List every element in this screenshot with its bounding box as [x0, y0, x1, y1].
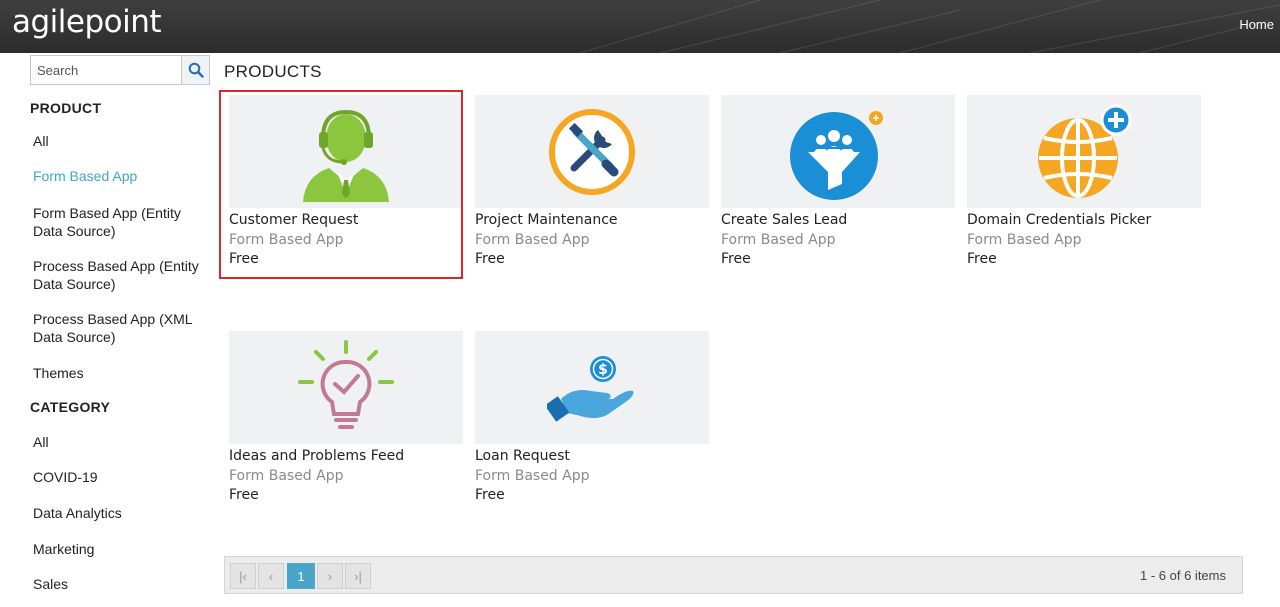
product-card-customer-request[interactable]: Customer Request Form Based App Free [229, 95, 463, 269]
product-category: Form Based App [229, 232, 344, 248]
product-price: Free [475, 251, 505, 267]
product-heading: PRODUCT [30, 100, 102, 116]
search-icon [188, 62, 204, 78]
header-decoration [580, 0, 1280, 53]
product-name: Loan Request [475, 448, 570, 464]
product-card-project-maintenance[interactable]: Project Maintenance Form Based App Free [475, 95, 709, 269]
product-filter-form-entity[interactable]: Form Based App (Entity Data Source) [33, 204, 208, 240]
hand-coin-icon: $ [547, 355, 634, 422]
next-page-button[interactable]: › [317, 563, 343, 589]
pagination-bar: |‹ ‹ 1 › ›| 1 - 6 of 6 items [224, 556, 1243, 594]
product-name: Project Maintenance [475, 212, 618, 228]
page-title: PRODUCTS [224, 62, 322, 81]
product-category: Form Based App [475, 468, 590, 484]
pagination-info: 1 - 6 of 6 items [1140, 568, 1226, 583]
product-name: Ideas and Problems Feed [229, 448, 405, 464]
product-filter-process-entity[interactable]: Process Based App (Entity Data Source) [33, 257, 208, 293]
product-thumbnail [475, 95, 709, 208]
product-category: Form Based App [967, 232, 1082, 248]
product-filter-all[interactable]: All [33, 132, 208, 150]
globe-plus-icon [1038, 104, 1132, 198]
product-thumbnail [721, 95, 955, 208]
product-price: Free [229, 487, 259, 503]
search-input[interactable] [31, 56, 181, 84]
lightbulb-check-icon [298, 339, 394, 429]
product-price: Free [475, 487, 505, 503]
product-card-create-sales-lead[interactable]: Create Sales Lead Form Based App Free [721, 95, 955, 269]
product-thumbnail: $ [475, 331, 709, 444]
product-name: Domain Credentials Picker [967, 212, 1152, 228]
agilepoint-logo[interactable]: agilepoint [12, 4, 162, 40]
category-filter-sales[interactable]: Sales [33, 575, 208, 593]
page-1-button[interactable]: 1 [287, 563, 315, 589]
product-price: Free [967, 251, 997, 267]
first-page-button[interactable]: |‹ [230, 563, 256, 589]
product-thumbnail [229, 331, 463, 444]
product-name: Create Sales Lead [721, 212, 848, 228]
product-category: Form Based App [229, 468, 344, 484]
wrench-screwdriver-icon [549, 108, 635, 195]
product-price: Free [229, 251, 259, 267]
home-link[interactable]: Home [1239, 17, 1274, 32]
category-filter-marketing[interactable]: Marketing [33, 540, 208, 558]
product-card-domain-credentials-picker[interactable]: Domain Credentials Picker Form Based App… [967, 95, 1201, 269]
product-card-loan-request[interactable]: $ Loan Request Form Based App Free [475, 331, 709, 505]
product-card-ideas-and-problems-feed[interactable]: Ideas and Problems Feed Form Based App F… [229, 331, 463, 505]
product-filter-form-based-app[interactable]: Form Based App [33, 167, 208, 185]
product-category: Form Based App [721, 232, 836, 248]
product-name: Customer Request [229, 212, 359, 228]
product-filter-themes[interactable]: Themes [33, 364, 208, 382]
product-thumbnail [229, 95, 463, 208]
last-page-button[interactable]: ›| [345, 563, 371, 589]
product-thumbnail [967, 95, 1201, 208]
category-filter-all[interactable]: All [33, 433, 208, 451]
search-box [30, 55, 210, 85]
headset-agent-icon [303, 109, 389, 202]
search-button[interactable] [181, 56, 209, 84]
product-filter-process-xml[interactable]: Process Based App (XML Data Source) [33, 310, 208, 346]
category-filter-covid-19[interactable]: COVID-19 [33, 468, 208, 486]
top-bar: agilepoint Home [0, 0, 1280, 53]
prev-page-button[interactable]: ‹ [258, 563, 284, 589]
category-filter-data-analytics[interactable]: Data Analytics [33, 504, 208, 522]
category-heading: CATEGORY [30, 399, 111, 415]
product-category: Form Based App [475, 232, 590, 248]
svg-text:$: $ [598, 362, 608, 378]
product-price: Free [721, 251, 751, 267]
sales-funnel-icon [790, 110, 883, 200]
